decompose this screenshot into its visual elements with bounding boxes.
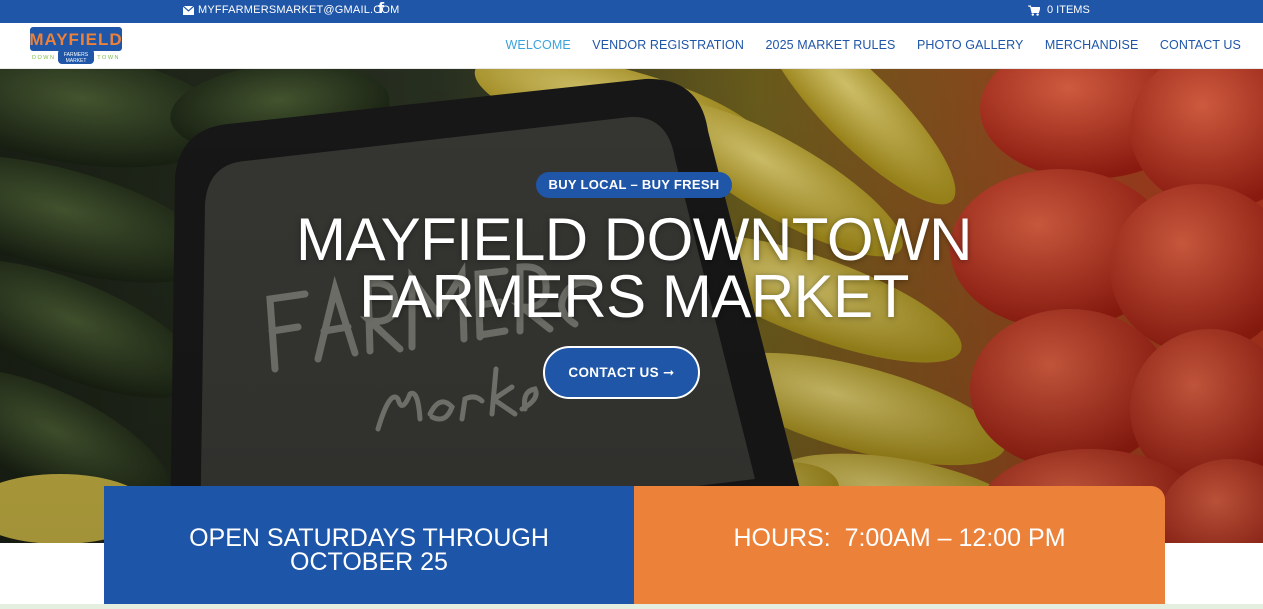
open-dates-box: OPEN SATURDAYS THROUGH OCTOBER 25 xyxy=(104,486,634,609)
logo-badge-line2: MARKET xyxy=(66,58,87,64)
hero-title-line1: MAYFIELD DOWNTOWN xyxy=(296,206,972,273)
envelope-icon xyxy=(183,5,194,15)
cart-link[interactable]: 0 ITEMS xyxy=(1028,4,1090,16)
email-text: MYFFARMERSMARKET@GMAIL.COM xyxy=(198,4,400,16)
hours-text: HOURS: 7:00AM – 12:00 PM xyxy=(733,524,1066,552)
logo-main-text: MAYFIELD xyxy=(30,30,122,49)
nav-vendor-registration[interactable]: VENDOR REGISTRATION xyxy=(592,38,744,52)
shopping-cart-icon xyxy=(1028,5,1040,16)
hero-section: BUY LOCAL – BUY FRESH MAYFIELD DOWNTOWN … xyxy=(0,69,1263,543)
hero-title: MAYFIELD DOWNTOWN FARMERS MARKET xyxy=(200,206,1068,330)
contact-us-button[interactable]: CONTACT US ➞ xyxy=(543,346,700,399)
main-nav: WELCOME VENDOR REGISTRATION 2025 MARKET … xyxy=(484,38,1241,52)
hero-title-line2: FARMERS MARKET xyxy=(359,263,909,330)
email-link[interactable]: MYFFARMERSMARKET@GMAIL.COM xyxy=(183,4,400,16)
nav-welcome[interactable]: WELCOME xyxy=(505,38,570,52)
nav-photo-gallery[interactable]: PHOTO GALLERY xyxy=(917,38,1023,52)
nav-market-rules[interactable]: 2025 MARKET RULES xyxy=(765,38,895,52)
cart-count: 0 ITEMS xyxy=(1047,4,1090,16)
logo-right-text: TOWN xyxy=(97,55,120,61)
site-logo[interactable]: MAYFIELD DOWN TOWN FARMERS MARKET xyxy=(30,27,122,64)
nav-merchandise[interactable]: MERCHANDISE xyxy=(1045,38,1138,52)
nav-contact-us[interactable]: CONTACT US xyxy=(1160,38,1241,52)
page-divider xyxy=(0,604,1263,609)
facebook-icon[interactable]: f xyxy=(378,1,384,17)
open-dates-line1: OPEN SATURDAYS THROUGH xyxy=(189,524,549,552)
top-bar: MYFFARMERSMARKET@GMAIL.COM f 0 ITEMS xyxy=(0,0,1263,23)
logo-left-text: DOWN xyxy=(32,55,55,61)
site-header: MAYFIELD DOWN TOWN FARMERS MARKET WELCOM… xyxy=(0,23,1263,69)
tagline-badge: BUY LOCAL – BUY FRESH xyxy=(536,172,732,198)
hours-box: HOURS: 7:00AM – 12:00 PM xyxy=(634,486,1165,609)
open-dates-line2: OCTOBER 25 xyxy=(290,548,448,576)
